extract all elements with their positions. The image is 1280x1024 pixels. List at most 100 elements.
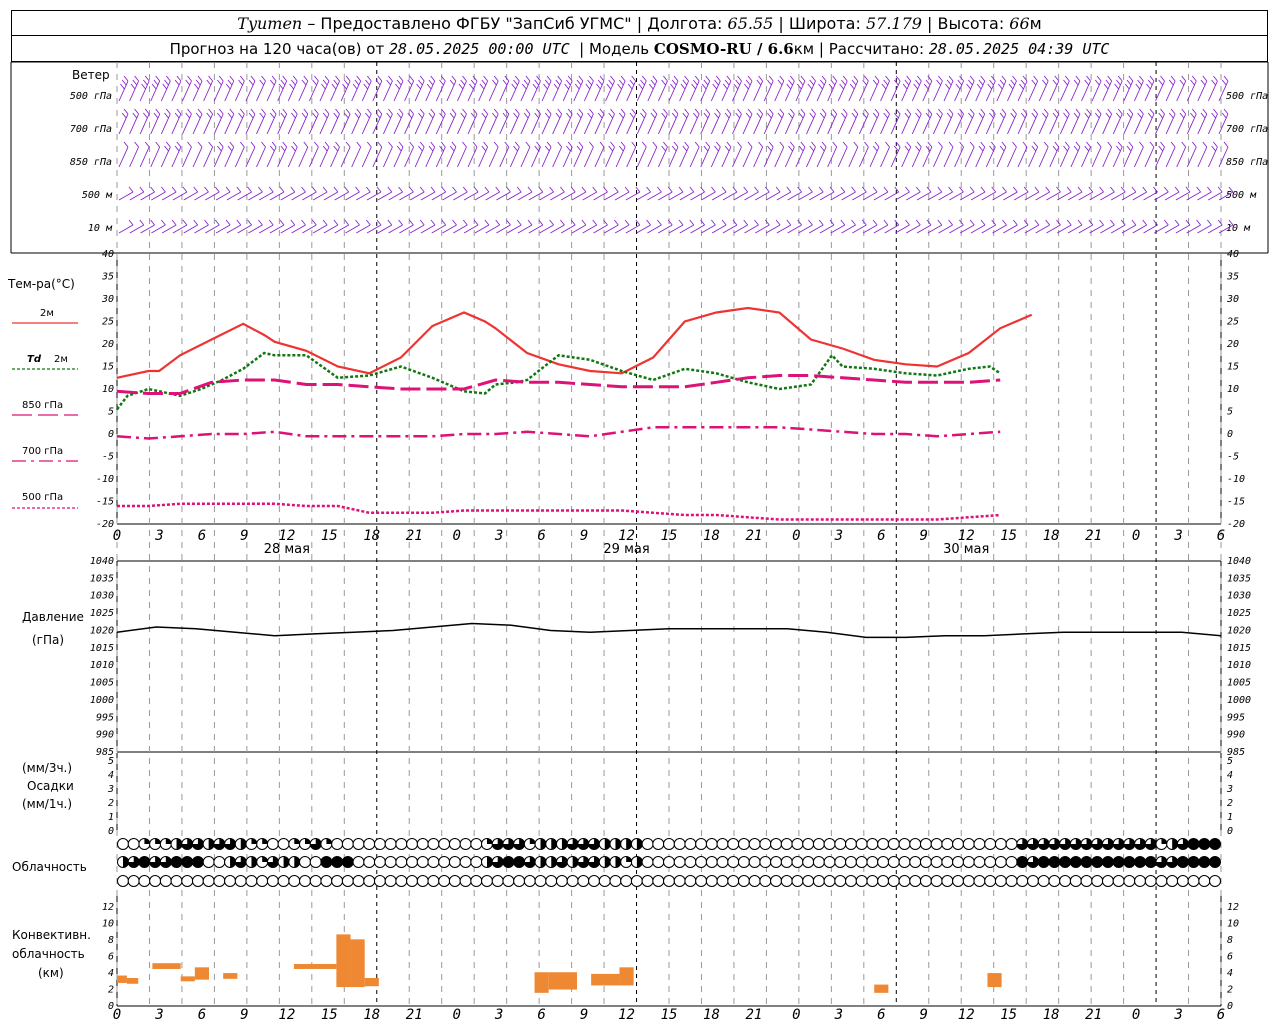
wind-barb (784, 141, 795, 168)
wind-barb (806, 108, 816, 135)
wind-barb (182, 141, 192, 168)
wind-barb (1038, 141, 1049, 168)
cloud-high-cell (855, 875, 868, 887)
cloud-mid-cell (373, 856, 386, 868)
cloud-high-cell (909, 875, 922, 887)
wind-barb (140, 186, 155, 201)
cloud-fill (1091, 856, 1103, 868)
wind-barb (182, 108, 192, 135)
cloud-high-cell (845, 875, 857, 887)
cloud-high-cell (191, 875, 204, 887)
wind-barb (1165, 108, 1176, 135)
wind-barb (383, 141, 393, 168)
wind-barb (1112, 75, 1123, 102)
cloud-fill (1172, 838, 1178, 850)
cloud-fill (502, 856, 514, 868)
wind-barb (442, 186, 457, 201)
wind-barb (571, 219, 587, 234)
wind-barb (573, 141, 584, 168)
wind-barb (308, 141, 319, 168)
cloud-high-cell (1027, 875, 1039, 887)
cloud-high-cell (663, 875, 675, 887)
wind-barb (393, 108, 404, 135)
cloud-high-cell (930, 875, 943, 887)
wind-barb (970, 219, 986, 234)
y-tick-label: 20 (1227, 339, 1239, 350)
cloud-low-cell (277, 838, 290, 850)
cloud-fill (1038, 856, 1050, 868)
cloud-high-cell (984, 875, 997, 887)
wind-level-label: 700 гПа (1226, 124, 1268, 135)
date-label: 29 мая (603, 542, 649, 557)
wind-barb (1132, 219, 1148, 234)
wind-barb (1049, 108, 1060, 135)
y-tick-label: 1005 (90, 678, 114, 689)
cloud-high-cell (373, 875, 386, 887)
wind-barb (356, 186, 371, 201)
wind-barb (711, 219, 727, 234)
wind-barb (668, 219, 684, 234)
x-tick-label: 6 (877, 528, 885, 544)
wind-barb (172, 219, 188, 234)
wind-barb (679, 141, 689, 168)
y-tick-label: 3 (1226, 784, 1233, 795)
wind-barb (496, 186, 511, 201)
wind-barb (873, 219, 889, 234)
wind-barb (541, 75, 552, 102)
wind-barb (129, 75, 139, 102)
cloud-high-cell (673, 875, 686, 887)
wind-barb (1035, 186, 1051, 201)
wind-barb (280, 219, 296, 234)
cloud-high-cell (1005, 875, 1018, 887)
wind-barb (959, 219, 975, 234)
wind-barb (765, 186, 781, 201)
wind-barb (776, 219, 792, 234)
y-tick-label: 995 (96, 712, 114, 723)
cloud-low-cell (877, 838, 890, 850)
wind-barb (1112, 108, 1123, 135)
wind-barb (377, 219, 393, 234)
wind-barb (922, 141, 933, 168)
x-tick-label: 18 (703, 1007, 720, 1023)
cloud-mid-cell (845, 856, 857, 868)
wind-barb (679, 75, 689, 102)
cloud-high-cell (159, 875, 172, 887)
cloud-mid-cell (363, 856, 376, 868)
wind-barb (425, 141, 436, 168)
wind-barb (742, 75, 753, 102)
wind-barb (1091, 108, 1102, 135)
t700-line (116, 426, 1001, 440)
wind-barb (816, 75, 827, 102)
wind-barb (161, 186, 177, 201)
wind-barb (248, 219, 263, 234)
precip-unit3: (мм/3ч.) (22, 761, 72, 775)
cloud-high-cell (1059, 875, 1072, 887)
wind-barb (744, 219, 759, 234)
wind-barb (996, 141, 1007, 168)
cloud-mid-cell (684, 856, 697, 868)
x-tick-label: 15 (1000, 528, 1017, 544)
wind-label: Ветер (72, 68, 110, 82)
wind-barb (895, 219, 910, 234)
cloud-high-cell (1144, 875, 1157, 887)
cloud-mid-cell (459, 856, 472, 868)
cloud-high-cell (898, 875, 911, 887)
cloud-low-cell (684, 838, 697, 850)
wind-barb (657, 186, 673, 201)
cloud-high-cell (513, 875, 526, 887)
wind-barb (626, 108, 637, 135)
wind-barb (848, 108, 859, 135)
cloud-high-cell (138, 875, 151, 887)
wind-barb (1102, 141, 1113, 168)
wind-barb (485, 186, 501, 201)
cloud-fill (262, 856, 268, 862)
wind-barb (911, 75, 922, 102)
y-tick-label: 0 (1227, 429, 1233, 440)
y-tick-label: 4 (1227, 770, 1233, 781)
wind-barb (689, 108, 700, 135)
wind-barb (742, 108, 753, 135)
cloud-high-cell (534, 875, 547, 887)
cloud-fill (1102, 856, 1114, 868)
cloud-fill (331, 856, 343, 868)
wind-barb (787, 219, 802, 234)
